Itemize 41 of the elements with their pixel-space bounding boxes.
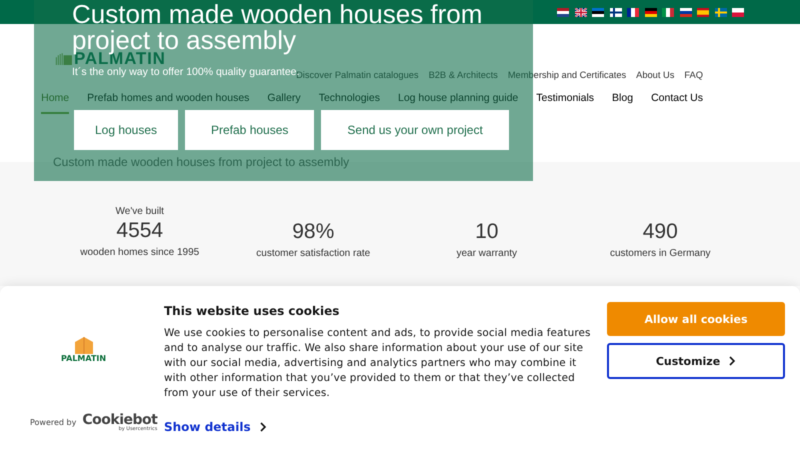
flag-icon[interactable] — [557, 8, 569, 16]
stat-label: year warranty — [456, 248, 518, 259]
show-details-link[interactable]: Show details — [164, 420, 267, 434]
flag-icon[interactable] — [644, 8, 656, 16]
powered-by-label: Powered by — [30, 418, 76, 427]
flag-icon[interactable] — [627, 8, 639, 16]
nav-tab[interactable]: Blog — [612, 92, 634, 114]
provider-logo-text[interactable]: Cookiebot — [82, 413, 158, 427]
logo-icon — [72, 336, 95, 354]
nav-link[interactable]: About Us — [636, 70, 674, 80]
logo-text: PALMATIN — [61, 354, 106, 363]
stat-label: wooden homes since 1995 — [80, 247, 200, 258]
stat-label: customers in Germany — [610, 248, 711, 259]
flag-icon[interactable] — [732, 8, 744, 16]
nav-link[interactable]: Discover Palmatin catalogues — [296, 70, 419, 80]
hero-button[interactable]: Prefab houses — [185, 110, 314, 150]
nav-tab[interactable]: Contact Us — [651, 92, 703, 114]
tagline: Custom made wooden houses from project to assembly — [53, 155, 350, 169]
chevron-icon — [728, 356, 736, 366]
flag-icon[interactable] — [610, 8, 622, 16]
cookie-button[interactable]: Customize — [607, 343, 785, 379]
hero-button[interactable]: Send us your own project — [321, 110, 509, 150]
nav-tab[interactable]: Testimonials — [536, 92, 594, 114]
stat-caption: We've built — [116, 206, 164, 217]
flag-icon[interactable] — [680, 8, 692, 16]
nav-link[interactable]: FAQ — [684, 70, 703, 80]
nav-link[interactable]: B2B & Architects — [428, 70, 498, 80]
chevron-icon — [258, 422, 267, 432]
stat-value: 4554 — [116, 219, 164, 243]
flag-icon[interactable] — [662, 8, 674, 16]
flag-icon[interactable] — [574, 8, 586, 16]
stat-value: 98% — [292, 220, 334, 244]
stat-value: 490 — [642, 220, 678, 244]
hero-button[interactable]: Log houses — [74, 110, 178, 150]
cookie-text: We use cookies to personalise content and ads, to provide social media features and to analyse our traffic. We also share information about your use of our site with our social media, advertising and analytics partners who may combine it with other information that you’ve provided to them or that they’ve collected from your use of their services. — [164, 326, 592, 401]
stat-value: 10 — [475, 220, 498, 244]
cookie-title: This website uses cookies — [164, 304, 340, 318]
stat-label: customer satisfaction rate — [256, 248, 370, 259]
flag-icon[interactable] — [592, 8, 604, 16]
logo-icon — [55, 52, 72, 65]
hero-title: Custom made wooden houses from project to assembly — [72, 0, 484, 53]
